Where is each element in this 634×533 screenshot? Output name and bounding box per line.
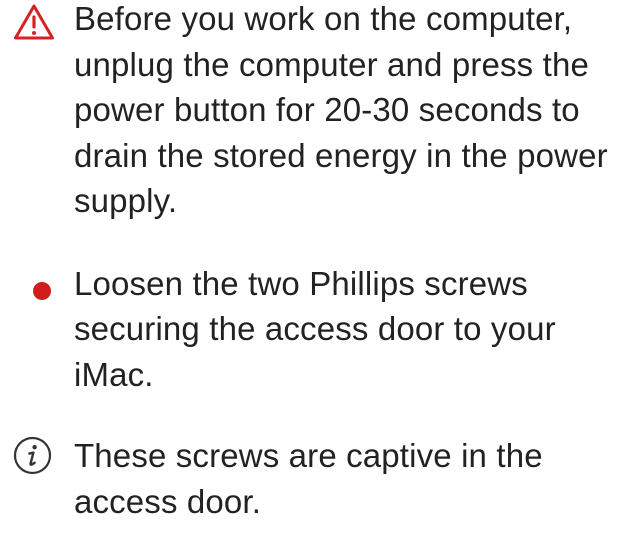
info-icon	[13, 436, 52, 475]
warning-line: Before you work on the computer, unplug …	[0, 0, 634, 224]
step-lines-list: Before you work on the computer, unplug …	[0, 0, 634, 524]
note-line: These screws are captive in the access d…	[0, 433, 634, 524]
bullet-dot-icon	[33, 281, 51, 300]
warning-line-text: Before you work on the computer, unplug …	[74, 0, 608, 219]
warning-triangle-icon	[14, 4, 54, 40]
bullet-line-text: Loosen the two Phillips screws securing …	[74, 264, 556, 393]
bullet-line: Loosen the two Phillips screws securing …	[0, 261, 634, 398]
note-line-text: These screws are captive in the access d…	[74, 437, 543, 520]
